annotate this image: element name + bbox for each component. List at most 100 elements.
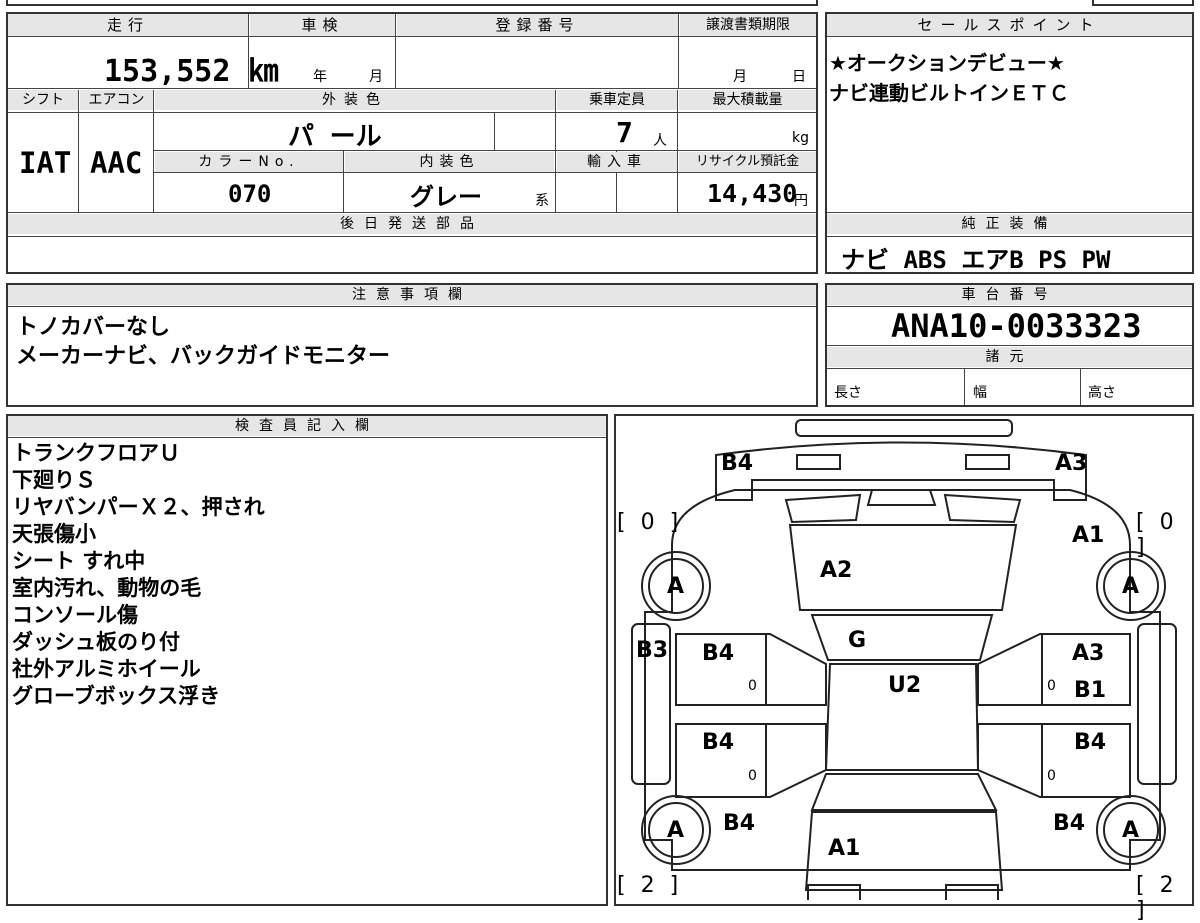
color-no-header: カラーNo. <box>155 152 343 172</box>
deadline-day: 日 <box>792 69 806 85</box>
capacity-header: 乗車定員 <box>557 90 677 110</box>
wheel-front-left-grade: A <box>667 818 685 843</box>
inspector-line: トランクフロアＵ <box>12 441 180 465</box>
chassis-no-value: ANA10-0033323 <box>891 307 1142 345</box>
top-partial-strip <box>6 0 818 6</box>
damage-roof-rear-right: A1 <box>1072 523 1105 548</box>
right-front-door-outline <box>977 723 1131 798</box>
deadline-header: 譲渡書類期限 <box>680 14 816 36</box>
damage-right-quarter-b: B1 <box>1074 678 1107 703</box>
caution-header: 注意事項欄 <box>8 285 816 305</box>
specs-header: 諸元 <box>827 347 1192 367</box>
damage-left-front-door: B4 <box>702 730 735 755</box>
rear-wiper <box>866 489 937 506</box>
zero-mark: 0 <box>748 768 757 784</box>
shaken-header: 車検 <box>250 14 395 36</box>
top-right-partial-strip <box>1092 0 1194 6</box>
sales-point-header: セールスポイント <box>827 14 1192 36</box>
inspector-line: シート すれ中 <box>12 549 146 573</box>
left-tail-lamp <box>796 454 841 470</box>
windshield-outline <box>810 773 998 811</box>
inspector-line: コンソール傷 <box>12 603 138 627</box>
right-side-step <box>1137 623 1177 785</box>
damage-right-rear-door: B4 <box>1074 730 1107 755</box>
shaken-year: 年 <box>313 69 327 85</box>
spec-height: 高さ <box>1088 385 1116 401</box>
recycle-value: 14,430 <box>707 179 798 208</box>
damage-rear-glass: A2 <box>820 558 853 583</box>
interior-color-suffix: 系 <box>535 193 549 209</box>
max-load-unit: kg <box>792 130 809 146</box>
aircon-value: AAC <box>90 146 143 180</box>
exterior-color-header: 外装色 <box>155 90 555 110</box>
damage-left-fender: B4 <box>723 811 756 836</box>
damage-left-rear-door: B4 <box>702 641 735 666</box>
damage-count-bottom-left: [ 2 ] <box>617 873 683 898</box>
damage-hood: A1 <box>828 836 861 861</box>
interior-color-header: 内装色 <box>345 152 554 172</box>
import-header: 輸入車 <box>557 152 677 172</box>
later-parts-header: 後日発送部品 <box>8 214 816 234</box>
spec-length: 長さ <box>834 385 862 401</box>
right-rear-door-outline <box>977 633 1131 706</box>
rear-right-pillar <box>943 493 1022 524</box>
right-tail-lamp <box>965 454 1010 470</box>
zero-mark: 0 <box>1047 678 1056 694</box>
inspector-notes: トランクフロアＵ 下廻りＳ リヤバンパーＸ２、押され 天張傷小 シート すれ中 … <box>12 440 265 710</box>
reg-no-header: 登録番号 <box>397 14 678 36</box>
capacity-unit: 人 <box>653 133 667 149</box>
inspector-line: 社外アルミホイール <box>12 657 201 681</box>
color-no-value: 070 <box>228 180 272 208</box>
inspector-line: ダッシュ板のり付 <box>12 630 180 654</box>
mileage-value: 153,552 ㎞ <box>104 54 279 89</box>
car-diagram <box>631 419 1177 900</box>
damage-right-fender: B4 <box>1053 811 1086 836</box>
damage-left-quarter: B3 <box>636 638 669 663</box>
genuine-equipment-header: 純正装備 <box>827 214 1192 234</box>
glass-outline <box>810 614 994 661</box>
rear-left-pillar <box>784 493 862 524</box>
wheel-rear-right-grade: A <box>1122 574 1140 599</box>
caution-list: トノカバーなし メーカーナビ、バックガイドモニター <box>16 313 390 371</box>
genuine-equipment-value: ナビ ABS エアB PS PW <box>841 246 1111 274</box>
sales-point-line: ★オークションデビュー★ <box>829 51 1065 75</box>
inspector-line: リヤバンパーＸ２、押され <box>12 495 265 519</box>
front-right-lamp <box>945 884 999 900</box>
recycle-header: リサイクル預託金 <box>679 152 816 172</box>
damage-count-top-left: [ 0 ] <box>617 510 683 535</box>
damage-roof: U2 <box>888 673 922 698</box>
inspector-line: 下廻りＳ <box>12 468 96 492</box>
inspector-header: 検査員記入欄 <box>8 416 606 436</box>
left-front-door-outline <box>675 723 827 798</box>
wheel-front-right-grade: A <box>1122 818 1140 843</box>
chassis-no-header: 車台番号 <box>827 285 1192 305</box>
shift-header: シフト <box>8 90 78 110</box>
caution-line: メーカーナビ、バックガイドモニター <box>16 344 391 369</box>
zero-mark: 0 <box>1047 768 1056 784</box>
damage-glass: G <box>848 628 867 653</box>
damage-count-bottom-right: [ 2 ] <box>1136 873 1178 923</box>
deadline-month: 月 <box>733 69 747 85</box>
inspector-line: 天張傷小 <box>12 522 96 546</box>
sales-point-line: ナビ連動ビルトインＥＴＣ <box>829 81 1069 105</box>
damage-rear-right: A3 <box>1055 451 1088 476</box>
sales-point-list: ★オークションデビュー★ ナビ連動ビルトインＥＴＣ <box>829 48 1069 108</box>
aircon-header: エアコン <box>80 90 153 110</box>
front-left-lamp <box>807 884 861 900</box>
damage-count-top-right: [ 0 ] <box>1136 510 1178 560</box>
interior-color-value: グレー <box>410 183 482 211</box>
mileage-header: 走行 <box>8 14 248 36</box>
left-rear-door-outline <box>675 633 827 706</box>
damage-right-quarter: A3 <box>1072 641 1105 666</box>
shaken-month: 月 <box>369 69 383 85</box>
zero-mark: 0 <box>748 678 757 694</box>
damage-rear-left: B4 <box>721 451 754 476</box>
caution-line: トノカバーなし <box>16 315 171 340</box>
wheel-rear-left-grade: A <box>667 574 685 599</box>
exterior-color-value: パ ール <box>288 122 382 152</box>
shift-value: IAT <box>19 146 72 180</box>
max-load-header: 最大積載量 <box>679 90 816 110</box>
rear-bumper-outline <box>715 441 1087 501</box>
inspector-line: グローブボックス浮き <box>12 684 221 708</box>
spec-width: 幅 <box>973 385 987 401</box>
